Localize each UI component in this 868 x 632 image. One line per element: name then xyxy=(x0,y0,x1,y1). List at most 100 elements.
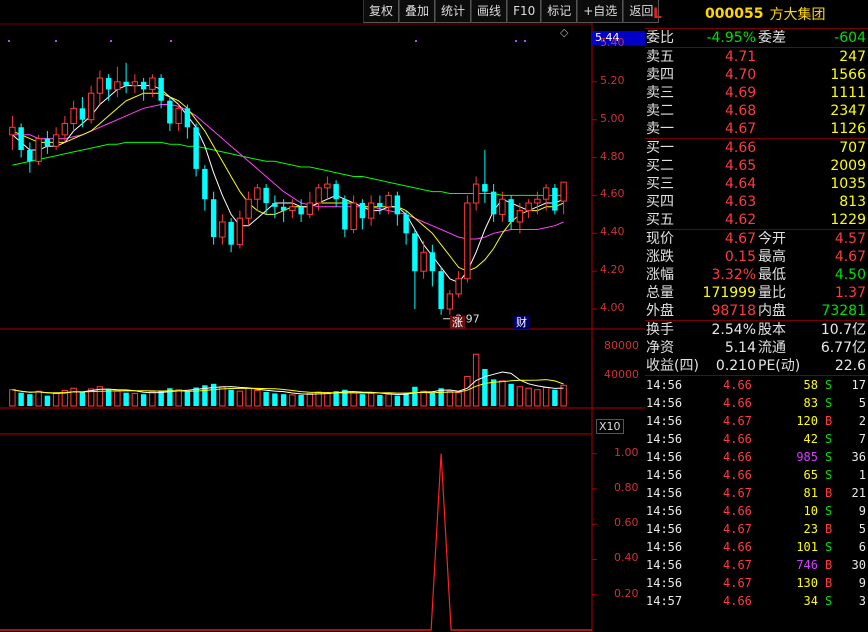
candle xyxy=(446,290,454,315)
stock-code[interactable]: 000055 xyxy=(705,6,763,22)
trade-count: 5 xyxy=(858,522,866,536)
volume-bar xyxy=(52,392,60,407)
trade-count: 30 xyxy=(851,558,866,572)
trade-row[interactable]: 14:56 4.67 130 B 9 xyxy=(645,574,868,592)
candle xyxy=(298,199,304,222)
trade-row[interactable]: 14:56 4.67 120 B 2 xyxy=(645,412,868,430)
tag-zhang[interactable]: 涨 xyxy=(450,316,465,329)
ask-volume: 247 xyxy=(839,49,866,65)
trade-list[interactable]: 14:56 4.66 58 S 17 14:56 4.66 83 S 5 14:56 4.67 120 B… xyxy=(645,376,868,610)
bid-row[interactable]: 买四 4.63 813 xyxy=(645,193,868,211)
candle xyxy=(9,115,16,150)
stats-value: 2.54% xyxy=(711,322,756,338)
trade-direction: S xyxy=(825,594,833,608)
ma10-line xyxy=(12,92,564,272)
stats-label: PE(动) xyxy=(758,358,801,374)
trade-price: 4.66 xyxy=(723,468,752,482)
bid-label: 买四 xyxy=(646,194,674,210)
bid-row[interactable]: 买三 4.64 1035 xyxy=(645,175,868,193)
quote-value: 4.67 xyxy=(724,231,756,247)
toolbar-button-4[interactable]: F10 xyxy=(507,0,542,23)
price-axis-label: 5.00 xyxy=(600,111,625,125)
trade-row[interactable]: 14:56 4.66 83 S 5 xyxy=(645,394,868,412)
bid-row[interactable]: 买五 4.62 1229 xyxy=(645,211,868,229)
trade-row[interactable]: 14:56 4.67 746 B 30 xyxy=(645,556,868,574)
volume-bar xyxy=(324,392,331,407)
trade-volume: 23 xyxy=(803,522,818,536)
trade-direction: S xyxy=(825,378,833,392)
ask-row[interactable]: 卖五 4.71 247 xyxy=(645,48,868,66)
trade-row[interactable]: 14:56 4.67 23 B 5 xyxy=(645,520,868,538)
volume-bar xyxy=(44,395,51,406)
event-marker xyxy=(170,40,172,42)
trade-volume: 120 xyxy=(796,414,818,428)
ask-row[interactable]: 卖四 4.70 1566 xyxy=(645,66,868,84)
trade-row[interactable]: 14:56 4.67 81 B 21 xyxy=(645,484,868,502)
quote-row: 现价 4.67 今开 4.57 xyxy=(645,230,868,248)
price-axis-label: 5.40 xyxy=(600,35,625,49)
volume-bar xyxy=(193,387,199,406)
toolbar-button-5[interactable]: 标记 xyxy=(541,0,578,23)
trade-row[interactable]: 14:56 4.66 42 S 7 xyxy=(645,430,868,448)
candle xyxy=(254,184,261,211)
quote-label: 今开 xyxy=(758,231,786,247)
quote-label: 涨幅 xyxy=(646,267,674,283)
volume-bar xyxy=(298,394,304,406)
quote-value: 3.32% xyxy=(711,267,756,283)
volume-bar xyxy=(272,393,278,406)
trade-direction: B xyxy=(825,558,833,572)
volume-bar xyxy=(254,389,261,407)
trade-row[interactable]: 14:56 4.66 101 S 6 xyxy=(645,538,868,556)
trade-row[interactable]: 14:56 4.66 10 S 9 xyxy=(645,502,868,520)
ask-label: 卖二 xyxy=(646,103,674,119)
toolbar-button-0[interactable]: 复权 xyxy=(363,0,400,23)
volume-unit-label[interactable]: X10 xyxy=(596,419,624,434)
toolbar-button-3[interactable]: 画线 xyxy=(471,0,508,23)
volume-bar xyxy=(114,390,121,407)
quote-label: 最低 xyxy=(758,267,786,283)
kline-chart[interactable]: ◇3.97 xyxy=(0,0,645,632)
stats-label: 股本 xyxy=(758,322,786,338)
bid-label: 买三 xyxy=(646,176,674,192)
volume-bar xyxy=(429,392,436,406)
volume-bar xyxy=(245,387,252,407)
volume-bar xyxy=(140,394,147,406)
candle xyxy=(472,176,480,211)
trade-row[interactable]: 14:56 4.66 985 S 36 xyxy=(645,448,868,466)
volume-bar xyxy=(359,394,366,406)
volume-bar xyxy=(394,395,401,406)
volume-bar xyxy=(552,389,558,406)
toolbar-button-2[interactable]: 统计 xyxy=(435,0,472,23)
bid-row[interactable]: 买二 4.65 2009 xyxy=(645,157,868,175)
ask-row[interactable]: 卖二 4.68 2347 xyxy=(645,102,868,120)
stock-name[interactable]: 方大集团 xyxy=(769,4,825,24)
volume-bar xyxy=(149,391,156,407)
trade-direction: S xyxy=(825,468,833,482)
trade-row[interactable]: 14:57 4.66 34 S 3 xyxy=(645,592,868,610)
toolbar-button-6[interactable]: +自选 xyxy=(577,0,624,23)
trade-volume: 81 xyxy=(803,486,818,500)
trade-price: 4.66 xyxy=(723,396,752,410)
trade-price: 4.66 xyxy=(723,594,752,608)
quote-label: 最高 xyxy=(758,249,786,265)
volume-bar xyxy=(79,391,86,406)
ask-row[interactable]: 卖三 4.69 1111 xyxy=(645,84,868,102)
candle xyxy=(306,191,314,219)
trade-price: 4.67 xyxy=(723,522,752,536)
stats-list: 换手 2.54% 股本 10.7亿 净资 5.14 流通 6.77亿 收益(四) 0.210 PE(… xyxy=(645,321,868,375)
stock-flag: L xyxy=(653,6,662,22)
indicator-line xyxy=(0,453,592,631)
candle xyxy=(464,195,471,283)
event-marker xyxy=(524,40,526,42)
price-axis-label: 4.20 xyxy=(600,263,625,277)
trade-count: 5 xyxy=(858,396,866,410)
ask-row[interactable]: 卖一 4.67 1126 xyxy=(645,120,868,138)
toolbar-button-1[interactable]: 叠加 xyxy=(399,0,436,23)
bid-row[interactable]: 买一 4.66 707 xyxy=(645,139,868,157)
trade-count: 36 xyxy=(851,450,866,464)
trade-row[interactable]: 14:56 4.66 58 S 17 xyxy=(645,376,868,394)
trade-row[interactable]: 14:56 4.66 65 S 1 xyxy=(645,466,868,484)
bid-volume: 707 xyxy=(839,140,866,156)
tag-cai[interactable]: 财 xyxy=(514,316,529,329)
candle xyxy=(367,195,375,226)
